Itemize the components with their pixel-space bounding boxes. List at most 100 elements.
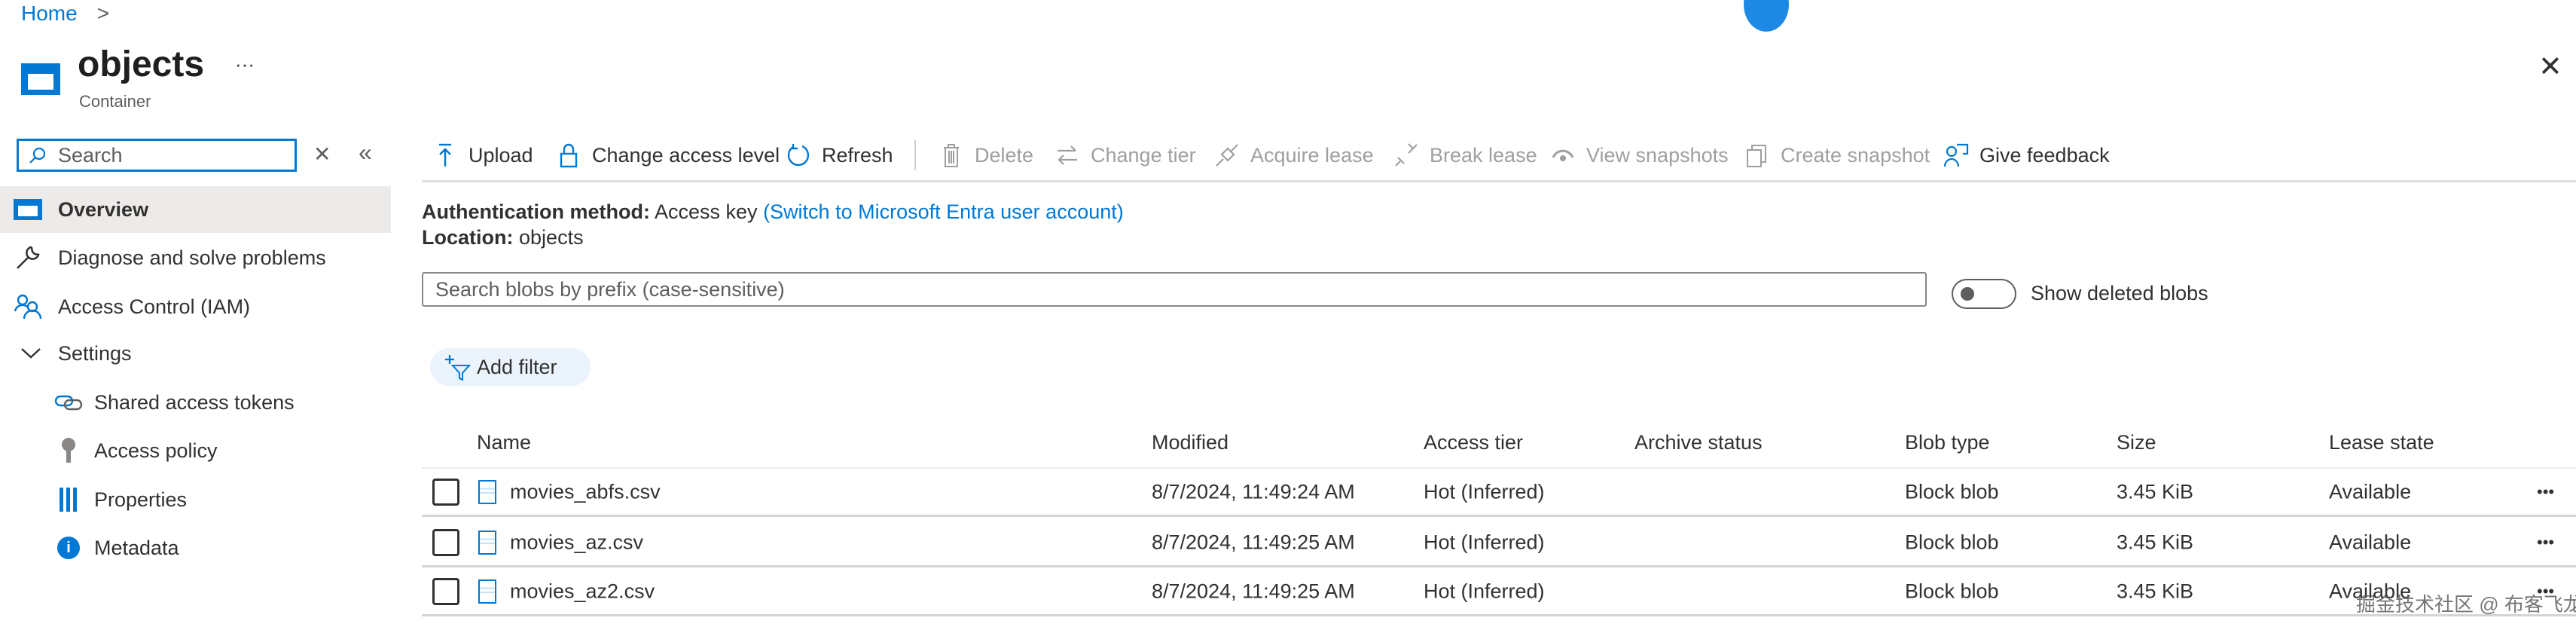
break-lease-label: Break lease: [1430, 143, 1537, 167]
give-feedback-label: Give feedback: [1979, 143, 2110, 167]
copy-icon: [1747, 145, 1766, 167]
delete-label: Delete: [975, 143, 1034, 167]
watermark: 掘金技术社区 @ 布客飞龙: [2356, 593, 2576, 616]
more-options-button[interactable]: ···: [235, 53, 255, 76]
blob-name-link[interactable]: movies_abfs.csv: [510, 480, 661, 503]
access-tier-cell: Hot (Inferred): [1424, 480, 1545, 503]
column-header-name[interactable]: Name: [477, 431, 531, 454]
refresh-label: Refresh: [822, 143, 893, 167]
size-cell: 3.45 KiB: [2117, 580, 2194, 602]
modified-cell: 8/7/2024, 11:49:24 AM: [1152, 480, 1355, 503]
sidebar-item-properties[interactable]: Properties: [0, 476, 391, 523]
toolbar-divider: [914, 140, 916, 170]
lease-state-cell: Available: [2329, 531, 2412, 553]
row-more-button[interactable]: •••: [2537, 533, 2554, 552]
add-filter-button[interactable]: Add filter: [430, 348, 591, 386]
row-more-button[interactable]: •••: [2537, 482, 2554, 502]
refresh-button[interactable]: Refresh: [786, 140, 893, 170]
sidebar-item-label: Metadata: [94, 536, 179, 559]
sidebar-item-metadata[interactable]: i Metadata: [0, 524, 391, 571]
row-checkbox[interactable]: [432, 528, 459, 556]
close-button[interactable]: ✕: [2538, 50, 2562, 84]
chevron-down-icon: [17, 339, 45, 368]
user-avatar[interactable]: [1744, 0, 1789, 32]
plug-icon: [1216, 144, 1238, 167]
column-header-access-tier[interactable]: Access tier: [1424, 431, 1523, 454]
create-snapshot-label: Create snapshot: [1781, 143, 1930, 167]
modified-cell: 8/7/2024, 11:49:25 AM: [1152, 580, 1355, 602]
table-row[interactable]: movies_abfs.csv 8/7/2024, 11:49:24 AM Ho…: [422, 469, 2576, 517]
sidebar-item-access-policy[interactable]: Access policy: [0, 427, 391, 474]
table-row[interactable]: movies_az.csv 8/7/2024, 11:49:25 AM Hot …: [422, 519, 2576, 567]
table-row[interactable]: movies_az2.csv 8/7/2024, 11:49:25 AM Hot…: [422, 568, 2576, 616]
sidebar-item-diagnose[interactable]: Diagnose and solve problems: [0, 234, 391, 281]
sidebar-item-label: Shared access tokens: [94, 390, 295, 414]
break-lease-button[interactable]: Break lease: [1393, 140, 1537, 170]
blob-type-cell: Block blob: [1905, 580, 1999, 602]
clear-search-icon[interactable]: ✕: [313, 142, 331, 167]
auth-method-value: Access key: [655, 200, 758, 223]
column-header-blob-type[interactable]: Blob type: [1905, 431, 1990, 454]
create-snapshot-button[interactable]: Create snapshot: [1744, 140, 1930, 170]
delete-button[interactable]: Delete: [939, 140, 1033, 170]
blob-type-cell: Block blob: [1905, 531, 1999, 553]
upload-button[interactable]: Upload: [432, 140, 533, 170]
view-snapshots-label: View snapshots: [1586, 143, 1729, 167]
sidebar-item-shared-access-tokens[interactable]: Shared access tokens: [0, 379, 391, 426]
search-icon: [29, 147, 46, 164]
sidebar-item-label: Properties: [94, 488, 188, 511]
column-header-size[interactable]: Size: [2117, 431, 2156, 454]
change-tier-button[interactable]: Change tier: [1055, 140, 1196, 170]
blob-name-link[interactable]: movies_az.csv: [510, 531, 643, 554]
blob-name-link[interactable]: movies_az2.csv: [510, 580, 655, 603]
column-header-modified[interactable]: Modified: [1152, 431, 1228, 454]
column-header-archive-status[interactable]: Archive status: [1634, 431, 1763, 454]
swap-icon: [1058, 145, 1077, 165]
add-filter-icon: [445, 355, 471, 381]
sidebar-item-access-control[interactable]: Access Control (IAM): [0, 283, 391, 330]
sidebar-item-overview[interactable]: Overview: [0, 186, 391, 233]
row-checkbox[interactable]: [432, 577, 459, 605]
file-icon: [478, 479, 496, 504]
view-snapshots-button[interactable]: View snapshots: [1550, 140, 1729, 170]
size-cell: 3.45 KiB: [2117, 480, 2194, 503]
file-icon: [478, 530, 496, 555]
lease-state-cell: Available: [2329, 480, 2412, 503]
change-access-level-button[interactable]: Change access level: [556, 140, 780, 170]
info-icon: i: [54, 534, 83, 562]
blob-search-placeholder: Search blobs by prefix (case-sensitive): [435, 277, 785, 301]
feedback-icon: [1943, 143, 1969, 167]
sidebar-item-label: Access policy: [94, 439, 218, 462]
switch-auth-link[interactable]: (Switch to Microsoft Entra user account): [763, 200, 1124, 223]
toolbar-separator: [422, 180, 2576, 182]
auth-method-label: Authentication method:: [422, 200, 650, 223]
show-deleted-label: Show deleted blobs: [2031, 282, 2208, 304]
give-feedback-button[interactable]: Give feedback: [1943, 140, 2110, 170]
people-icon: [14, 292, 42, 321]
page-title: objects: [78, 44, 205, 84]
upload-label: Upload: [469, 143, 533, 167]
breadcrumb-home[interactable]: Home: [21, 2, 78, 26]
sidebar-item-label: Settings: [58, 341, 132, 365]
row-checkbox[interactable]: [432, 478, 459, 506]
sidebar-item-label: Access Control (IAM): [58, 295, 251, 318]
container-icon: [21, 63, 60, 95]
collapse-sidebar-icon[interactable]: «: [359, 139, 372, 167]
show-deleted-toggle[interactable]: [1952, 279, 2016, 309]
sidebar-search-input[interactable]: Search: [17, 139, 297, 172]
page-subtitle: Container: [79, 92, 151, 111]
acquire-lease-button[interactable]: Acquire lease: [1214, 140, 1374, 170]
location-label: Location:: [422, 226, 514, 249]
wrench-icon: [14, 243, 42, 272]
blob-search-input[interactable]: Search blobs by prefix (case-sensitive): [422, 272, 1927, 307]
column-header-lease-state[interactable]: Lease state: [2329, 431, 2434, 454]
access-tier-cell: Hot (Inferred): [1424, 531, 1545, 553]
key-icon: [54, 436, 83, 465]
access-tier-cell: Hot (Inferred): [1424, 580, 1545, 602]
trash-icon: [944, 144, 959, 167]
unplug-icon: [1395, 143, 1418, 167]
upload-icon: [439, 143, 451, 167]
refresh-icon: [787, 144, 810, 167]
sidebar-group-settings[interactable]: Settings: [0, 330, 391, 377]
change-access-label: Change access level: [592, 143, 780, 167]
